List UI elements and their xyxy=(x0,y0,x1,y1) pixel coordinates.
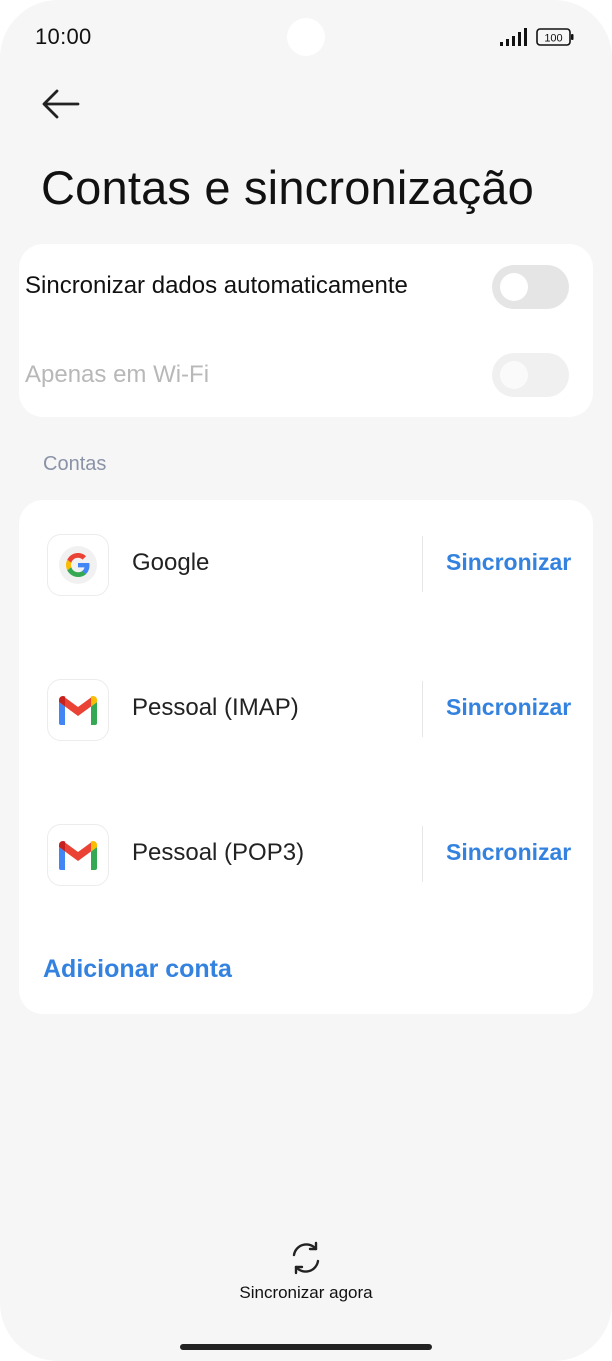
gmail-icon xyxy=(47,824,109,886)
status-bar: 10:00 100 xyxy=(0,0,612,76)
auto-sync-toggle[interactable] xyxy=(492,265,569,309)
page-title: Contas e sincronização xyxy=(41,161,534,214)
sync-google-button[interactable]: Sincronizar xyxy=(446,549,571,576)
account-name: Google xyxy=(132,549,210,576)
wifi-only-toggle[interactable] xyxy=(492,353,569,397)
battery-level: 100 xyxy=(544,32,562,44)
home-indicator[interactable] xyxy=(180,1344,432,1350)
back-button[interactable] xyxy=(40,86,84,122)
google-icon xyxy=(47,534,109,596)
divider xyxy=(422,826,423,882)
sync-imap-button[interactable]: Sincronizar xyxy=(446,694,571,721)
account-row-imap[interactable]: Pessoal (IMAP) Sincronizar xyxy=(19,655,593,765)
account-name: Pessoal (POP3) xyxy=(132,839,305,866)
sync-icon xyxy=(292,1241,320,1275)
sync-pop3-button[interactable]: Sincronizar xyxy=(446,839,571,866)
wifi-only-label: Apenas em Wi-Fi xyxy=(25,361,210,388)
toggle-knob xyxy=(500,361,528,389)
sync-now-label: Sincronizar agora xyxy=(239,1283,373,1302)
accounts-section-header: Contas xyxy=(43,453,107,475)
battery-icon: 100 xyxy=(536,28,574,46)
account-row-google[interactable]: Google Sincronizar xyxy=(19,510,593,620)
divider xyxy=(422,536,423,592)
arrow-left-icon xyxy=(42,89,80,119)
sync-now-button[interactable]: Sincronizar agora xyxy=(206,1240,406,1310)
account-name: Pessoal (IMAP) xyxy=(132,694,299,721)
gmail-icon xyxy=(47,679,109,741)
signal-icon xyxy=(500,28,527,46)
auto-sync-label: Sincronizar dados automaticamente xyxy=(25,272,408,299)
toggle-knob xyxy=(500,273,528,301)
account-row-pop3[interactable]: Pessoal (POP3) Sincronizar xyxy=(19,800,593,910)
add-account-button[interactable]: Adicionar conta xyxy=(43,955,232,984)
divider xyxy=(422,681,423,737)
status-time: 10:00 xyxy=(35,24,92,49)
phone-screen: 10:00 100 Contas e sincronização Sincron… xyxy=(0,0,612,1361)
front-camera xyxy=(287,18,325,56)
